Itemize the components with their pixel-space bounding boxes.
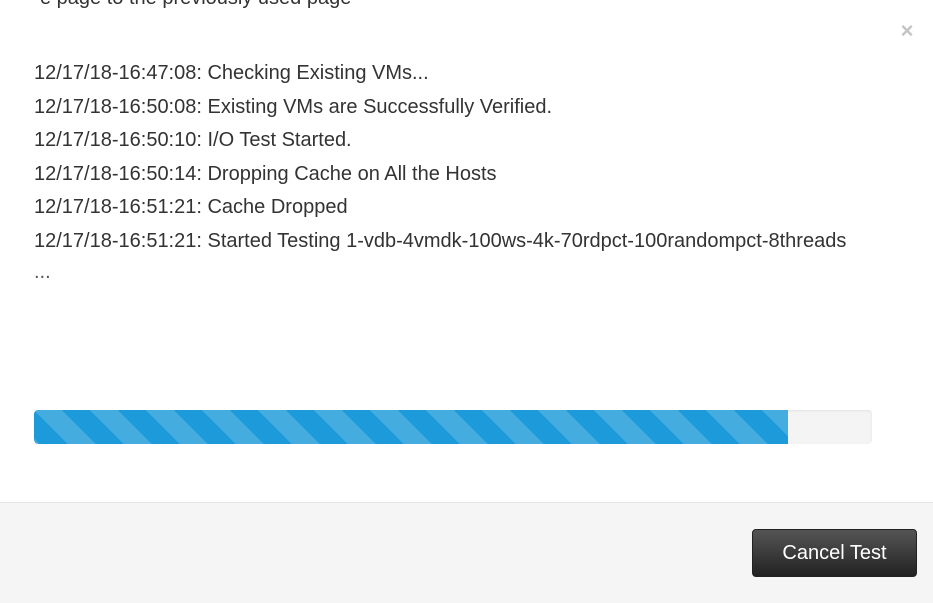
log-ellipsis: ... <box>34 261 51 283</box>
log-line: 12/17/18-16:50:10: I/O Test Started. <box>34 129 352 151</box>
progress-track <box>34 410 872 444</box>
log-line: 12/17/18-16:51:21: Started Testing 1-vdb… <box>34 229 847 252</box>
close-icon: × <box>900 18 914 43</box>
log-line: 12/17/18-16:50:08: Existing VMs are Succ… <box>34 95 553 118</box>
close-button[interactable]: × <box>896 18 918 44</box>
dialog-footer: Cancel Test <box>0 502 933 603</box>
progress-bar-fill <box>34 410 789 444</box>
log-line: 12/17/18-16:50:14: Dropping Cache on All… <box>34 162 497 185</box>
log-line: 12/17/18-16:47:08: Checking Existing VMs… <box>34 62 429 84</box>
test-log: 12/17/18-16:47:08: Checking Existing VMs… <box>34 57 874 286</box>
clipped-text: e page to the previously used page <box>40 0 351 10</box>
clipped-background-text: e page to the previously used page <box>0 0 933 14</box>
test-progress-dialog: e page to the previously used page × 12/… <box>0 0 933 603</box>
log-line: 12/17/18-16:51:21: Cache Dropped <box>34 196 348 218</box>
cancel-test-button[interactable]: Cancel Test <box>752 529 917 577</box>
